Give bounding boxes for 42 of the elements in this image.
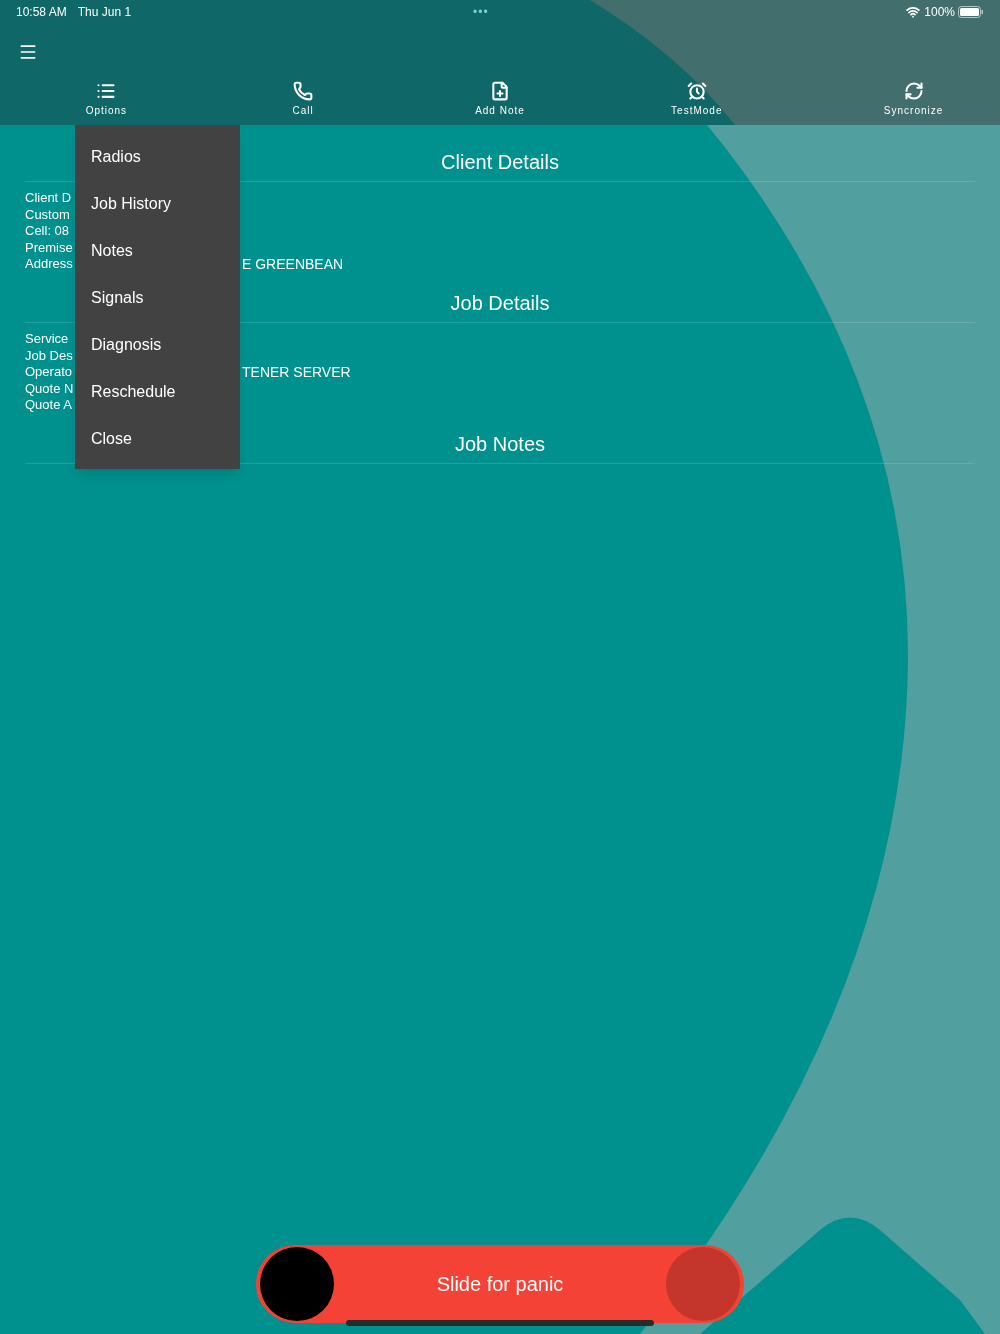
detail-label: Premise xyxy=(25,239,74,257)
detail-label: Quote A xyxy=(25,397,73,414)
list-icon xyxy=(96,81,117,101)
phone-icon xyxy=(293,81,314,101)
detail-label: Service xyxy=(25,331,70,348)
menu-icon xyxy=(18,42,38,62)
section-title: Job Notes xyxy=(454,432,546,457)
detail-label: Client D xyxy=(25,190,73,207)
detail-label: Address xyxy=(25,256,74,273)
menu-item[interactable]: Reschedule xyxy=(75,368,240,415)
menu-item[interactable]: Notes xyxy=(75,227,240,274)
battery-percent: 100% xyxy=(924,4,955,21)
slider-thumb[interactable] xyxy=(260,1247,334,1321)
menu-item[interactable]: Radios xyxy=(75,133,240,180)
menu-item[interactable]: Signals xyxy=(75,274,240,321)
detail-label: Custom xyxy=(25,206,71,224)
toolbar-button[interactable]: TestMode xyxy=(598,81,796,118)
detail-value: TENER SERVER xyxy=(242,364,351,381)
detail-label: Quote N xyxy=(25,380,75,398)
menu-item[interactable]: Job History xyxy=(75,180,240,227)
toolbar-button[interactable]: Syncronize xyxy=(815,81,1000,118)
toolbar-button[interactable]: Add Note xyxy=(401,81,599,118)
file-plus-icon xyxy=(490,81,510,101)
menu-item[interactable]: Close xyxy=(75,415,240,462)
section-title: Client Details xyxy=(441,150,559,175)
wifi-icon xyxy=(906,5,921,19)
slider-label: Slide for panic xyxy=(436,1272,564,1297)
detail-label: Job Des xyxy=(25,347,74,365)
refresh-icon xyxy=(903,81,924,101)
multitask-dots: ••• xyxy=(473,4,489,21)
panic-slider[interactable]: Slide for panic xyxy=(256,1245,744,1323)
toolbar-button[interactable]: Options xyxy=(8,81,205,118)
alarm-clock-icon xyxy=(686,81,707,101)
menu-item[interactable]: Diagnosis xyxy=(75,321,240,368)
status-date: Thu Jun 1 xyxy=(77,4,132,21)
battery-icon xyxy=(958,6,984,18)
status-time: 10:58 AM xyxy=(16,4,67,21)
detail-value: E GREENBEAN xyxy=(242,256,344,273)
section-title: Job Details xyxy=(450,291,550,316)
detail-label: Cell: 08 xyxy=(25,223,71,240)
detail-label: Operato xyxy=(25,364,73,381)
toolbar-button[interactable]: Call xyxy=(204,81,402,118)
